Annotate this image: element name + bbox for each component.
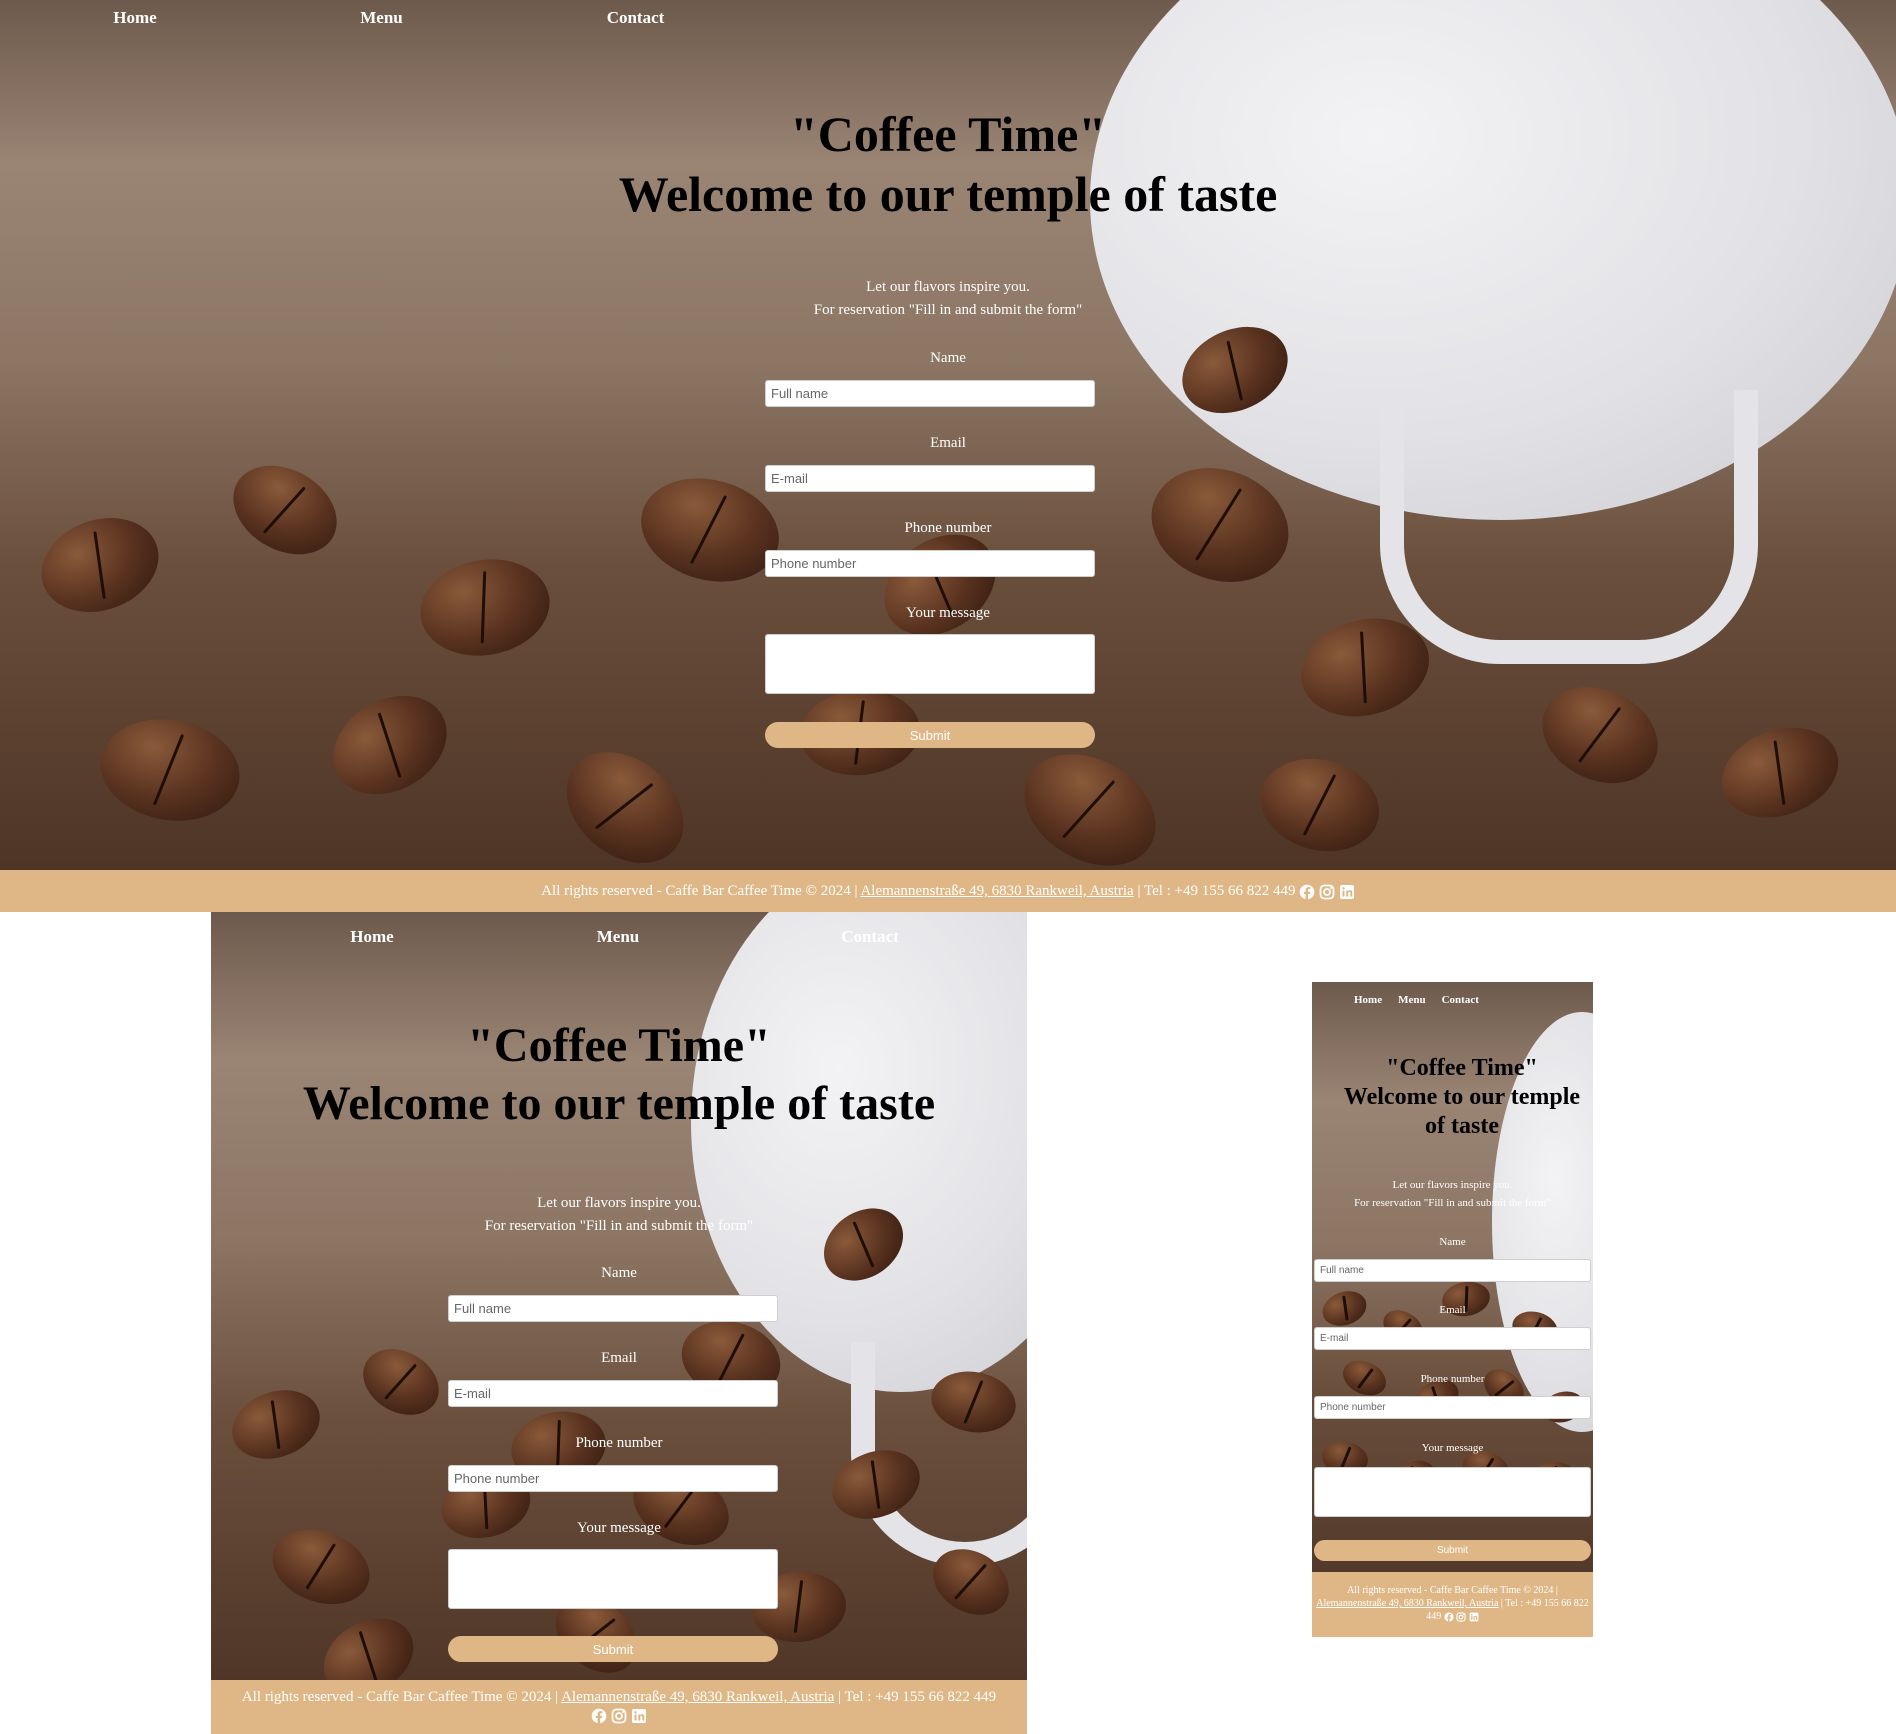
footer: All rights reserved - Caffe Bar Caffee T…: [1312, 1572, 1593, 1637]
footer-address-link[interactable]: Alemannenstraße 49, 6830 Rankweil, Austr…: [1316, 1598, 1498, 1609]
message-textarea[interactable]: [1314, 1467, 1591, 1517]
email-input[interactable]: [1314, 1327, 1591, 1350]
nav-contact-link[interactable]: Contact: [1442, 994, 1479, 1006]
email-input[interactable]: [448, 1380, 778, 1407]
nav-home-link[interactable]: Home: [0, 8, 270, 28]
footer: All rights reserved - Caffe Bar Caffee T…: [0, 870, 1896, 912]
name-input[interactable]: [1314, 1259, 1591, 1282]
facebook-icon[interactable]: [1299, 884, 1315, 900]
phone-label: Phone number: [904, 520, 992, 536]
phone-label: Phone number: [575, 1435, 663, 1451]
name-label: Name: [1439, 1236, 1466, 1248]
hero-title: "Coffee Time" Welcome to our temple of t…: [1332, 1054, 1592, 1141]
name-input[interactable]: [448, 1295, 778, 1322]
intro-line2: For reservation "Fill in and submit the …: [1354, 1197, 1551, 1209]
hero-title-line2: Welcome to our temple of taste: [1343, 1084, 1581, 1139]
facebook-icon[interactable]: [1444, 1612, 1454, 1622]
name-input[interactable]: [765, 380, 1095, 407]
intro-text: Let our flavors inspire you. For reserva…: [1312, 1176, 1593, 1212]
nav-contact-link[interactable]: Contact: [703, 927, 1027, 947]
nav-bar: Home Menu Contact: [1354, 994, 1479, 1006]
mobile-view: Home Menu Contact "Coffee Time" Welcome …: [1312, 982, 1593, 1637]
hero-title-line1: "Coffee Time": [1386, 1055, 1538, 1081]
intro-line1: Let our flavors inspire you.: [537, 1195, 701, 1211]
name-label: Name: [930, 350, 966, 366]
linkedin-icon[interactable]: [1469, 1612, 1479, 1622]
instagram-icon[interactable]: [1456, 1612, 1466, 1622]
nav-home-link[interactable]: Home: [1354, 994, 1382, 1006]
submit-button[interactable]: Submit: [765, 722, 1095, 748]
footer-tel: | Tel : +49 155 66 822 449: [1137, 883, 1296, 899]
intro-text: Let our flavors inspire you. For reserva…: [211, 1192, 1027, 1238]
phone-input[interactable]: [765, 550, 1095, 577]
intro-line1: Let our flavors inspire you.: [1392, 1179, 1513, 1191]
footer-address-link[interactable]: Alemannenstraße 49, 6830 Rankweil, Austr…: [860, 883, 1133, 899]
facebook-icon[interactable]: [591, 1708, 607, 1724]
footer: All rights reserved - Caffe Bar Caffee T…: [211, 1680, 1027, 1734]
submit-button[interactable]: Submit: [1314, 1540, 1591, 1561]
message-textarea[interactable]: [448, 1549, 778, 1609]
email-label: Email: [601, 1350, 637, 1366]
nav-menu-link[interactable]: Menu: [270, 8, 493, 28]
hero-title: "Coffee Time" Welcome to our temple of t…: [211, 1017, 1027, 1133]
hero-title-line1: "Coffee Time": [467, 1019, 771, 1072]
hero-title: "Coffee Time" Welcome to our temple of t…: [0, 104, 1896, 224]
intro-text: Let our flavors inspire you. For reserva…: [0, 276, 1896, 322]
nav-home-link[interactable]: Home: [211, 927, 533, 947]
tablet-view: Home Menu Contact "Coffee Time" Welcome …: [211, 912, 1027, 1734]
nav-bar: Home Menu Contact: [0, 8, 778, 28]
nav-menu-link[interactable]: Menu: [1398, 994, 1426, 1006]
footer-address-link[interactable]: Alemannenstraße 49, 6830 Rankweil, Austr…: [561, 1689, 834, 1705]
hero-title-line1: "Coffee Time": [789, 106, 1107, 162]
name-label: Name: [601, 1265, 637, 1281]
footer-tel: | Tel : +49 155 66 822 449: [838, 1689, 997, 1705]
message-label: Your message: [577, 1520, 661, 1536]
email-input[interactable]: [765, 465, 1095, 492]
linkedin-icon[interactable]: [1339, 884, 1355, 900]
intro-line2: For reservation "Fill in and submit the …: [813, 302, 1083, 318]
intro-line1: Let our flavors inspire you.: [866, 279, 1030, 295]
message-label: Your message: [1421, 1442, 1484, 1454]
phone-input[interactable]: [448, 1465, 778, 1492]
message-textarea[interactable]: [765, 634, 1095, 694]
submit-button[interactable]: Submit: [448, 1636, 778, 1662]
footer-copyright: All rights reserved - Caffe Bar Caffee T…: [241, 1689, 559, 1705]
nav-bar: Home Menu Contact: [211, 927, 1027, 947]
message-label: Your message: [906, 605, 990, 621]
nav-menu-link[interactable]: Menu: [533, 927, 703, 947]
intro-line2: For reservation "Fill in and submit the …: [484, 1218, 754, 1234]
instagram-icon[interactable]: [1319, 884, 1335, 900]
hero-title-line2: Welcome to our temple of taste: [302, 1077, 936, 1130]
phone-label: Phone number: [1420, 1373, 1485, 1385]
email-label: Email: [1439, 1304, 1466, 1316]
nav-contact-link[interactable]: Contact: [493, 8, 778, 28]
email-label: Email: [930, 435, 966, 451]
footer-copyright: All rights reserved - Caffe Bar Caffee T…: [1347, 1585, 1558, 1596]
desktop-view: Home Menu Contact "Coffee Time" Welcome …: [0, 0, 1896, 912]
instagram-icon[interactable]: [611, 1708, 627, 1724]
linkedin-icon[interactable]: [631, 1708, 647, 1724]
footer-copyright: All rights reserved - Caffe Bar Caffee T…: [541, 883, 858, 899]
hero-title-line2: Welcome to our temple of taste: [618, 166, 1278, 222]
phone-input[interactable]: [1314, 1396, 1591, 1419]
